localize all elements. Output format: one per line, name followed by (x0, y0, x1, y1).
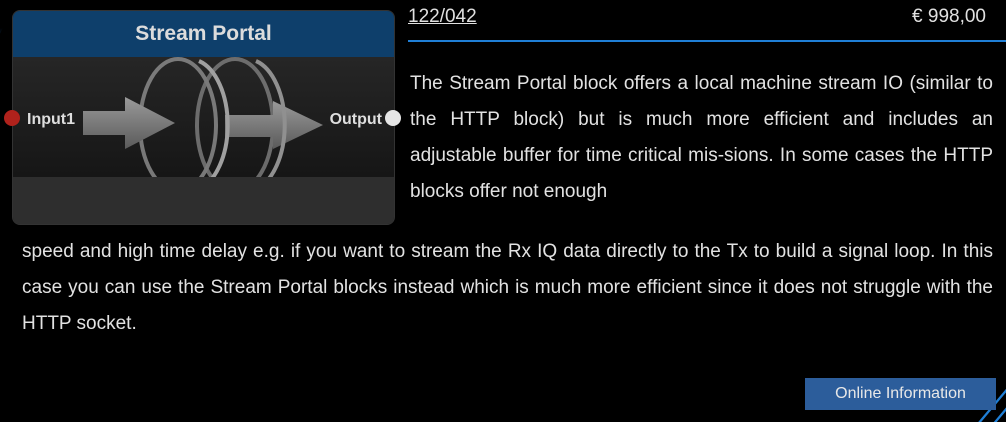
description-part-1: The Stream Portal block offers a local m… (410, 73, 993, 202)
price: € 998,00 (912, 6, 986, 27)
node-footer (13, 177, 394, 224)
product-header: 122/042 € 998,00 (408, 0, 1006, 42)
output-port-dot[interactable] (385, 110, 401, 126)
accent-stripe-left (0, 28, 3, 168)
online-information-button[interactable]: Online Information (805, 378, 996, 410)
input-port-dot[interactable] (4, 110, 20, 126)
stream-portal-node: Stream Portal Input1 Output (12, 10, 395, 225)
node-title: Stream Portal (13, 11, 394, 58)
input-port-label: Input1 (27, 111, 75, 128)
output-port-label: Output (329, 111, 382, 128)
description-part-2: speed and high time delay e.g. if you wa… (22, 241, 993, 334)
article-number[interactable]: 122/042 (408, 6, 477, 28)
